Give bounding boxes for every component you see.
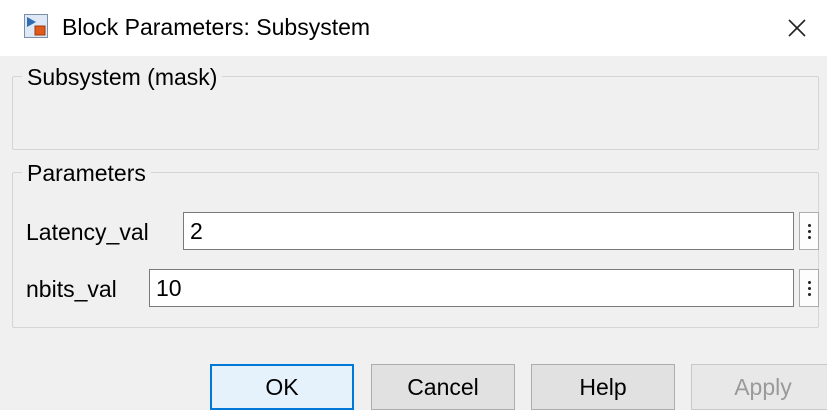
block-parameters-dialog: Block Parameters: Subsystem Subsystem (m… [0, 0, 827, 410]
nbits-val-input[interactable] [149, 269, 794, 307]
vertical-ellipsis-icon [807, 223, 811, 227]
latency-val-label: Latency_val [26, 219, 149, 245]
close-button[interactable] [779, 10, 815, 46]
parameters-group: Parameters Latency_val nbits_val [12, 159, 819, 328]
apply-button[interactable]: Apply [691, 364, 827, 410]
title-bar[interactable]: Block Parameters: Subsystem [0, 0, 827, 56]
window-title: Block Parameters: Subsystem [62, 14, 371, 40]
vertical-ellipsis-icon [807, 280, 811, 284]
nbits-val-options-button[interactable] [799, 269, 819, 307]
ok-button[interactable]: OK [210, 364, 354, 410]
cancel-button[interactable]: Cancel [371, 364, 515, 410]
help-button[interactable]: Help [531, 364, 675, 410]
latency-val-input[interactable] [183, 212, 794, 250]
simulink-block-icon [24, 14, 48, 38]
latency-val-options-button[interactable] [799, 212, 819, 250]
nbits-val-label: nbits_val [26, 276, 117, 302]
mask-group-title: Subsystem (mask) [22, 63, 223, 91]
parameters-group-title: Parameters [22, 159, 151, 187]
close-icon [788, 19, 806, 37]
mask-description-group: Subsystem (mask) [12, 63, 819, 150]
dialog-body: Subsystem (mask) Parameters Latency_val … [0, 56, 827, 410]
